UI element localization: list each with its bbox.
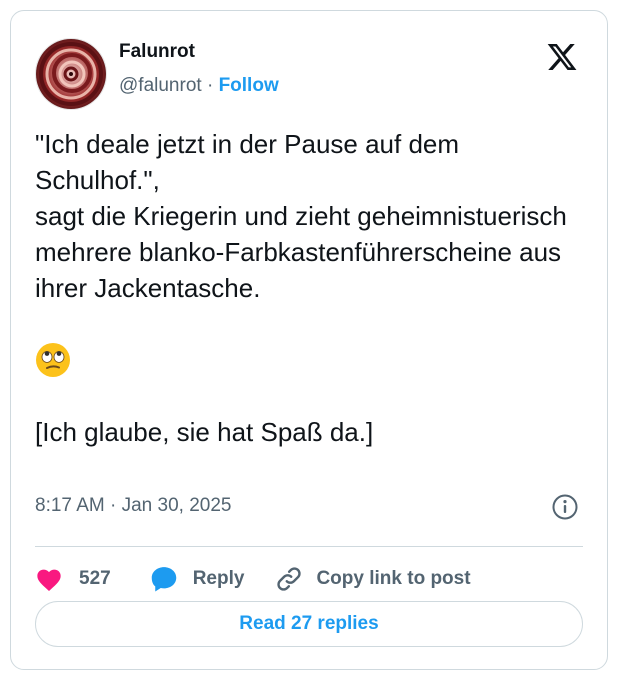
read-replies-button[interactable]: Read 27 replies — [35, 601, 583, 647]
like-button[interactable]: 527 — [35, 566, 111, 592]
like-count: 527 — [79, 568, 111, 589]
post-timestamp[interactable]: 8:17 AM · Jan 30, 2025 — [35, 493, 231, 519]
embedded-post-card: Falunrot @falunrot · Follow "Ich deale j… — [10, 10, 608, 670]
follow-button[interactable]: Follow — [219, 75, 279, 96]
heart-icon — [35, 566, 63, 592]
handle-row: @falunrot · Follow — [119, 73, 279, 99]
author-info: Falunrot @falunrot · Follow — [119, 39, 279, 99]
post-text-paragraph: "Ich deale jetzt in der Pause auf dem Sc… — [35, 129, 567, 303]
link-icon — [274, 564, 304, 594]
copy-link-label: Copy link to post — [316, 568, 471, 589]
copy-link-button[interactable]: Copy link to post — [274, 564, 471, 594]
reply-button[interactable]: Reply — [149, 564, 245, 594]
action-bar: 527 Reply Copy link to post — [35, 561, 471, 597]
divider — [35, 546, 583, 547]
emoji-line — [35, 342, 575, 378]
info-icon[interactable] — [551, 493, 579, 521]
post-text: "Ich deale jetzt in der Pause auf dem Sc… — [35, 126, 575, 450]
post-header: Falunrot @falunrot · Follow — [35, 35, 583, 115]
face-with-rolling-eyes-icon — [35, 342, 71, 378]
speech-bubble-icon — [149, 564, 179, 594]
handle[interactable]: @falunrot — [119, 75, 202, 96]
display-name[interactable]: Falunrot — [119, 39, 279, 65]
avatar[interactable] — [35, 38, 107, 110]
separator: · — [206, 75, 214, 96]
reply-label: Reply — [192, 568, 245, 589]
post-text-paragraph-2: [Ich glaube, sie hat Spaß da.] — [35, 417, 374, 447]
x-logo-icon[interactable] — [545, 41, 579, 73]
